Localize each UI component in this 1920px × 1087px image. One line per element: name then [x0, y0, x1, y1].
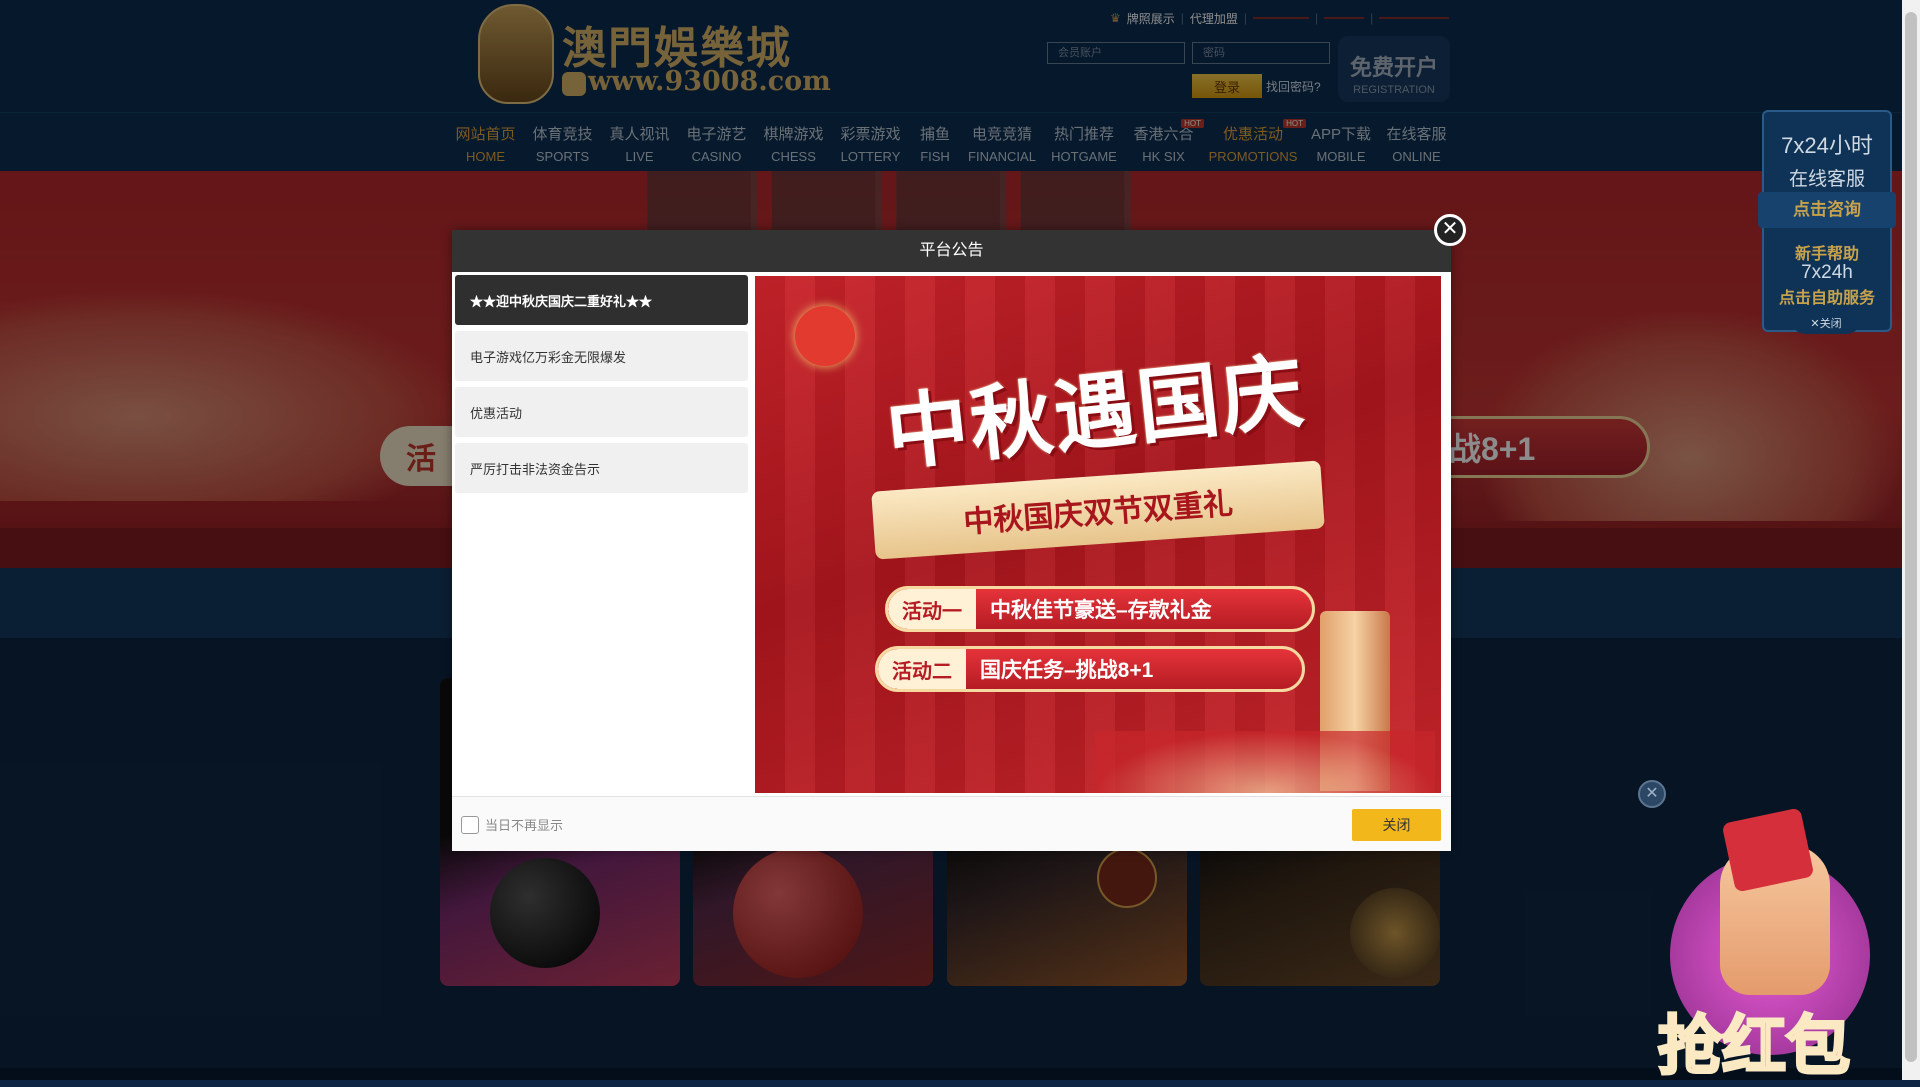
modal-title: 平台公告	[452, 230, 1451, 272]
clouds-graphic	[1095, 731, 1435, 793]
service-hours-short: 7x24h	[1801, 262, 1853, 283]
promo-activity-2: 活动二 国庆任务–挑战8+1	[875, 646, 1305, 692]
notice-list: ★★迎中秋庆国庆二重好礼★★ 电子游戏亿万彩金无限爆发 优惠活动 严厉打击非法资…	[455, 275, 748, 499]
newbie-help-link[interactable]: 新手帮助	[1764, 240, 1890, 264]
activity-text: 国庆任务–挑战8+1	[980, 659, 1154, 682]
announcement-modal: 平台公告 ✕ ★★迎中秋庆国庆二重好礼★★ 电子游戏亿万彩金无限爆发 优惠活动 …	[452, 214, 1466, 851]
dont-show-today-checkbox[interactable]: 当日不再显示	[461, 815, 563, 834]
scrollbar-thumb[interactable]	[1905, 12, 1917, 1062]
activity-tag: 活动二	[878, 649, 966, 689]
promo-image: 中秋遇国庆 中秋国庆双节双重礼 活动一 中秋佳节豪送–存款礼金 活动二 国庆任务…	[755, 276, 1441, 793]
red-packet-label: 抢红包	[1657, 1009, 1852, 1086]
notice-item[interactable]: 严厉打击非法资金告示	[455, 443, 748, 493]
lantern-icon	[795, 306, 855, 366]
promo-activity-1: 活动一 中秋佳节豪送–存款礼金	[885, 586, 1315, 632]
modal-footer: 当日不再显示 关闭	[452, 796, 1451, 851]
service-online-label: 在线客服	[1788, 169, 1865, 190]
notice-item[interactable]: 优惠活动	[455, 387, 748, 437]
notice-item[interactable]: 电子游戏亿万彩金无限爆发	[455, 331, 748, 381]
service-close-button[interactable]: ✕关闭	[1790, 314, 1862, 334]
checkbox-icon[interactable]	[461, 815, 479, 834]
self-service-link[interactable]: 点击自助服务	[1764, 284, 1890, 308]
customer-service-widget[interactable]: 7x24小时 在线客服 点击咨询 新手帮助 7x24h 点击自助服务	[1758, 110, 1896, 332]
notice-item[interactable]: ★★迎中秋庆国庆二重好礼★★	[455, 275, 748, 325]
modal-close-button[interactable]: 关闭	[1352, 809, 1441, 841]
activity-text: 中秋佳节豪送–存款礼金	[990, 599, 1212, 622]
red-packet-widget[interactable]: 抢红包	[1650, 807, 1895, 1086]
close-icon[interactable]: ✕	[1434, 214, 1466, 246]
activity-tag: 活动一	[888, 589, 976, 629]
consult-button[interactable]: 点击咨询	[1758, 192, 1896, 228]
red-packet-close-icon[interactable]: ✕	[1638, 780, 1666, 808]
dont-show-label: 当日不再显示	[485, 818, 564, 833]
service-hours: 7x24小时	[1781, 133, 1873, 158]
